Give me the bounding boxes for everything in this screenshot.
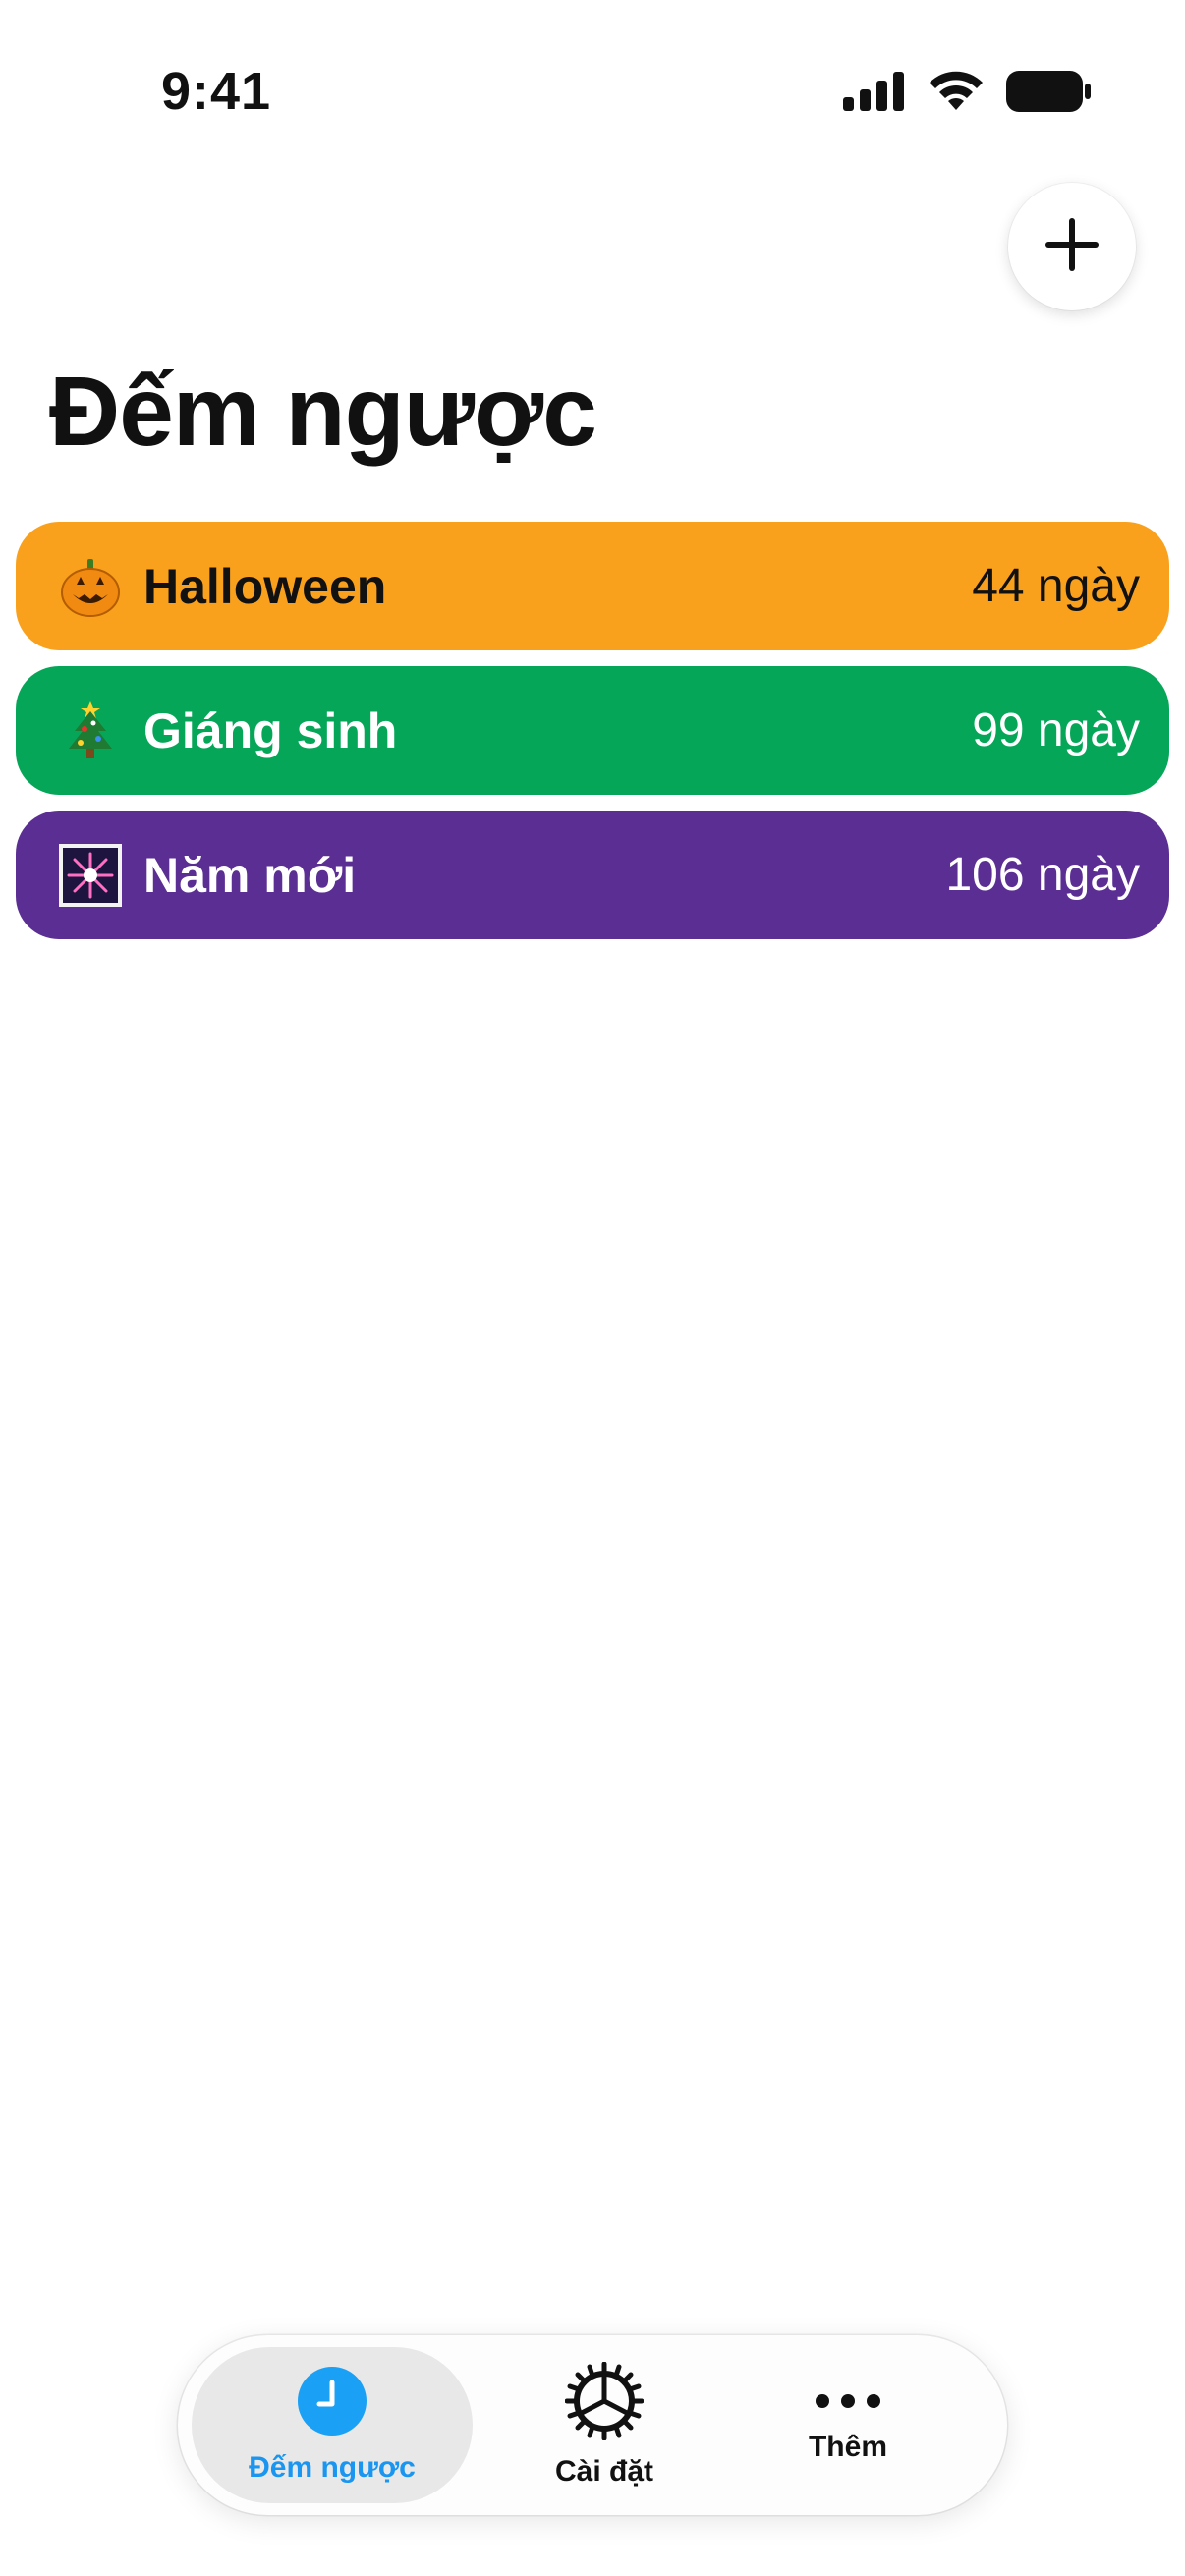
countdown-days: 106 ngày [945,849,1140,901]
gear-icon [564,2361,645,2445]
countdown-row-giang-sinh[interactable]: Giáng sinh 99 ngày [16,666,1169,795]
wifi-icon [928,71,985,117]
status-icons [843,71,1091,117]
countdown-days: 44 ngày [972,560,1140,612]
plus-icon [1044,217,1100,277]
fireworks-icon [59,843,122,907]
tab-dem-nguoc[interactable]: Đếm ngược [192,2347,473,2503]
tab-cai-dat[interactable]: Cài đặt [502,2347,706,2503]
christmas-tree-icon [59,700,122,762]
jack-o-lantern-icon [59,555,122,618]
countdown-name: Halloween [143,558,387,614]
more-icon [814,2386,882,2421]
clock-icon [297,2366,367,2441]
tab-label: Cài đặt [554,2455,654,2488]
tab-bar: Đếm ngược Cài đặt Thêm [178,2335,1007,2515]
add-countdown-button[interactable] [1008,183,1136,310]
tab-label: Thêm [808,2431,887,2463]
countdown-list: Halloween 44 ngày Giáng sinh 99 ngày Năm… [16,522,1169,955]
tab-them[interactable]: Thêm [750,2347,946,2503]
countdown-row-halloween[interactable]: Halloween 44 ngày [16,522,1169,650]
status-time: 9:41 [161,62,272,121]
battery-icon [1006,71,1091,117]
countdown-days: 99 ngày [972,704,1140,756]
page-title: Đếm ngược [49,357,597,467]
cellular-signal-icon [843,72,906,116]
countdown-name: Giáng sinh [143,702,398,758]
countdown-name: Năm mới [143,847,357,903]
tab-label: Đếm ngược [249,2451,416,2484]
countdown-row-nam-moi[interactable]: Năm mới 106 ngày [16,811,1169,939]
